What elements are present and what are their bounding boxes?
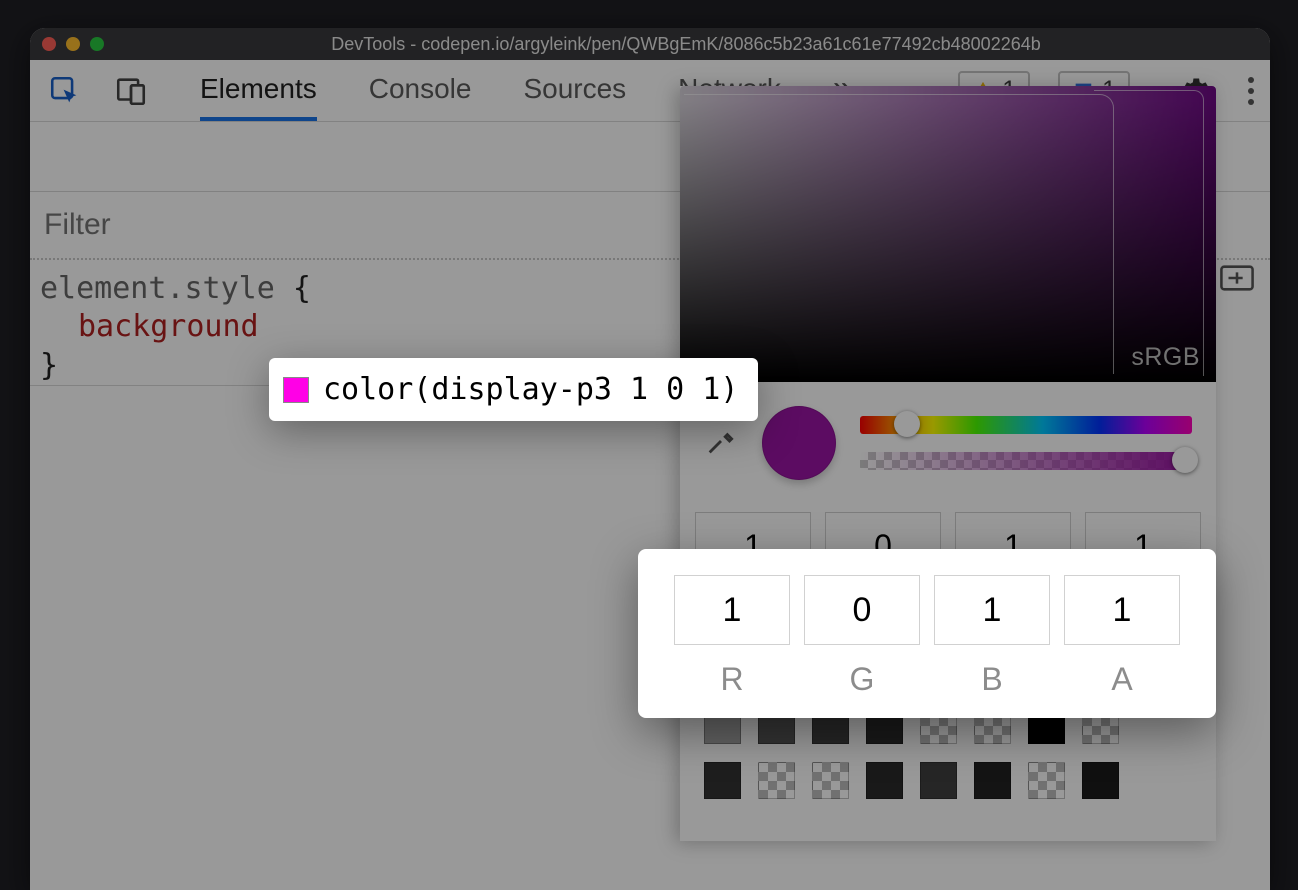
- gamut-boundary-outer: [1094, 90, 1204, 376]
- palette-swatch[interactable]: [812, 762, 849, 799]
- palette-swatch[interactable]: [704, 762, 741, 799]
- minimize-window-button[interactable]: [66, 37, 80, 51]
- mag-g-input[interactable]: [804, 575, 920, 645]
- devtools-window: DevTools - codepen.io/argyleink/pen/QWBg…: [30, 28, 1270, 890]
- palette-swatch[interactable]: [1082, 762, 1119, 799]
- inspect-icon[interactable]: [46, 72, 84, 110]
- kebab-menu-icon[interactable]: [1242, 77, 1260, 105]
- filter-input[interactable]: [44, 208, 684, 242]
- picker-preview-swatch: [762, 406, 836, 480]
- alpha-thumb[interactable]: [1172, 447, 1198, 473]
- palette-swatch[interactable]: [758, 762, 795, 799]
- gamut-label: sRGB: [1131, 343, 1200, 372]
- mag-r-input[interactable]: [674, 575, 790, 645]
- eyedropper-icon[interactable]: [704, 424, 738, 463]
- css-selector: element.style: [40, 271, 275, 306]
- css-property-name[interactable]: background: [78, 309, 259, 344]
- styles-pane: element.style { background } sRGB: [30, 122, 1270, 890]
- palette-swatch[interactable]: [974, 762, 1011, 799]
- traffic-lights: [42, 37, 104, 51]
- color-picker: sRGB R G B A: [680, 86, 1216, 841]
- color-field[interactable]: sRGB: [680, 86, 1216, 382]
- palette-swatch[interactable]: [1028, 762, 1065, 799]
- tab-elements[interactable]: Elements: [200, 60, 317, 121]
- brace-close: }: [40, 348, 58, 383]
- device-toggle-icon[interactable]: [112, 72, 150, 110]
- mag-r-label: R: [720, 661, 743, 698]
- mag-a-input[interactable]: [1064, 575, 1180, 645]
- window-title: DevTools - codepen.io/argyleink/pen/QWBg…: [114, 34, 1258, 55]
- alpha-slider[interactable]: [860, 452, 1192, 470]
- color-value-tooltip: color(display-p3 1 0 1): [269, 358, 758, 421]
- maximize-window-button[interactable]: [90, 37, 104, 51]
- tooltip-value[interactable]: color(display-p3 1 0 1): [323, 372, 738, 407]
- gamut-boundary: [684, 94, 1114, 374]
- tab-console[interactable]: Console: [369, 60, 472, 121]
- brace-open: {: [293, 271, 311, 306]
- titlebar: DevTools - codepen.io/argyleink/pen/QWBg…: [30, 28, 1270, 60]
- palette-swatch[interactable]: [866, 762, 903, 799]
- hue-slider[interactable]: [860, 416, 1192, 434]
- palette-swatch[interactable]: [920, 762, 957, 799]
- tooltip-swatch[interactable]: [283, 377, 309, 403]
- hue-thumb[interactable]: [894, 411, 920, 437]
- mag-b-label: B: [981, 661, 1002, 698]
- close-window-button[interactable]: [42, 37, 56, 51]
- toggle-state-icon[interactable]: [1220, 258, 1270, 298]
- mag-a-label: A: [1111, 661, 1132, 698]
- mag-b-input[interactable]: [934, 575, 1050, 645]
- tab-sources[interactable]: Sources: [523, 60, 626, 121]
- rgba-highlight-card: R G B A: [638, 549, 1216, 718]
- mag-g-label: G: [850, 661, 875, 698]
